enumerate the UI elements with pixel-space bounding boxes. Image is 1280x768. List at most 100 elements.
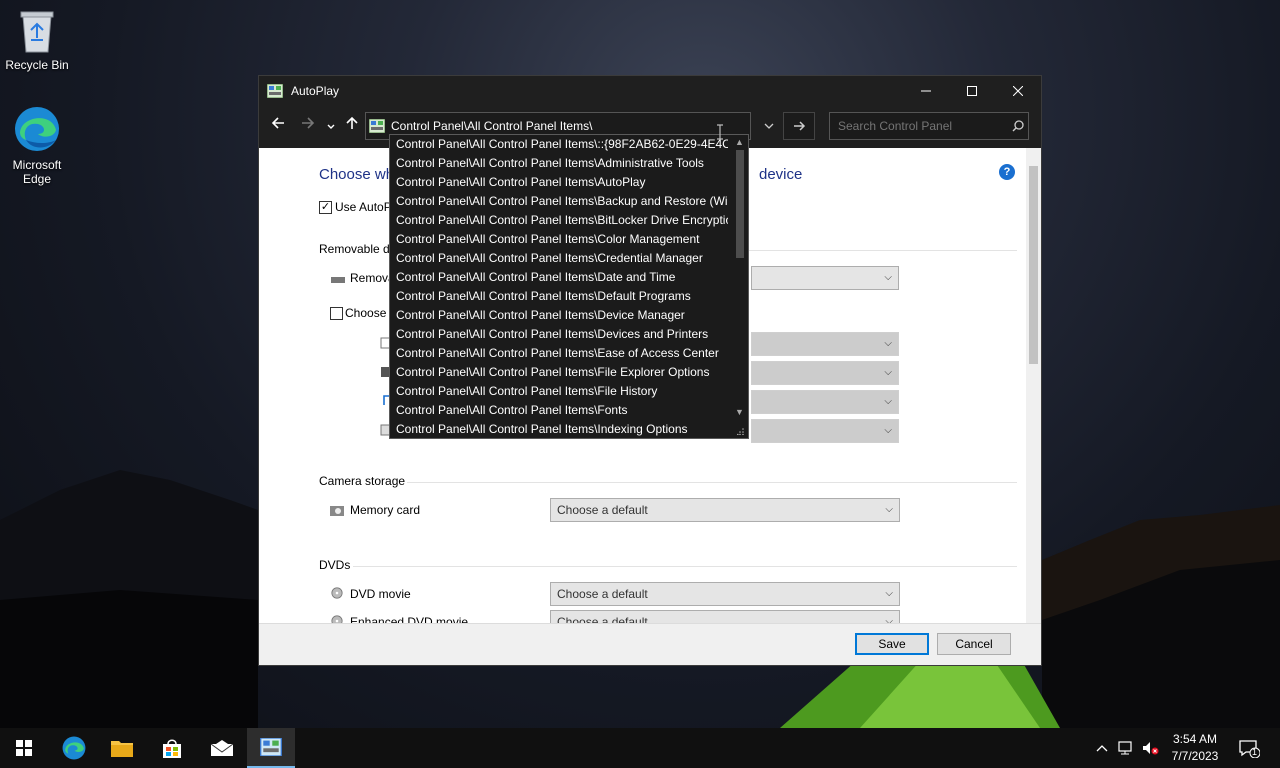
list-item[interactable]: Control Panel\All Control Panel Items\Da… <box>390 268 728 287</box>
go-button[interactable] <box>783 112 815 140</box>
list-item[interactable]: Control Panel\All Control Panel Items\In… <box>390 420 728 438</box>
network-icon <box>1118 741 1132 755</box>
videos-select[interactable]: ⌵ <box>751 419 899 443</box>
dvd-movie-icon <box>331 587 343 599</box>
list-item[interactable]: Control Panel\All Control Panel Items\De… <box>390 306 728 325</box>
control-panel-icon <box>260 738 282 756</box>
list-item[interactable]: Control Panel\All Control Panel Items\Fi… <box>390 382 728 401</box>
list-item[interactable]: Control Panel\All Control Panel Items\Bi… <box>390 211 728 230</box>
network-status-button[interactable] <box>1118 728 1136 768</box>
list-item[interactable]: Control Panel\All Control Panel Items\Ea… <box>390 344 728 363</box>
scrollbar-thumb[interactable] <box>1029 166 1038 364</box>
edge-icon <box>15 107 59 151</box>
cancel-button[interactable]: Cancel <box>937 633 1011 655</box>
section-divider <box>407 482 1017 483</box>
address-history-button[interactable] <box>759 112 779 140</box>
up-button[interactable] <box>345 116 359 135</box>
minimize-button[interactable] <box>903 76 949 106</box>
up-arrow-icon <box>346 116 358 129</box>
choose-for-each-checkbox[interactable] <box>330 307 343 320</box>
microsoft-edge-desktop-icon[interactable]: Microsoft Edge <box>1 104 73 186</box>
volume-button[interactable] <box>1142 728 1160 768</box>
list-item[interactable]: Control Panel\All Control Panel Items\Au… <box>390 173 728 192</box>
taskbar-edge-button[interactable] <box>50 728 98 768</box>
list-item[interactable]: Control Panel\All Control Panel Items\Fo… <box>390 401 728 420</box>
list-item[interactable]: Control Panel\All Control Panel Items\Ad… <box>390 154 728 173</box>
memory-card-select[interactable]: Choose a default ⌵ <box>550 498 900 522</box>
address-autocomplete-list: Control Panel\All Control Panel Items\::… <box>389 134 749 439</box>
removable-drives-section: Removable d <box>319 242 390 256</box>
chevron-down-icon <box>764 123 774 129</box>
search-input[interactable] <box>838 119 1008 133</box>
search-icon <box>1012 120 1024 132</box>
dvd-movie-select-value: Choose a default <box>557 587 648 601</box>
use-autoplay-checkbox[interactable]: ✓ <box>319 201 332 214</box>
content-scrollbar[interactable] <box>1026 148 1041 624</box>
removable-drive-icon <box>331 277 345 283</box>
control-panel-address-icon <box>369 119 385 133</box>
pictures-select[interactable]: ⌵ <box>751 361 899 385</box>
clock-time: 3:54 AM <box>1172 732 1218 746</box>
back-button[interactable] <box>271 116 285 135</box>
start-button[interactable] <box>0 728 48 768</box>
taskbar-mail-button[interactable] <box>198 728 246 768</box>
forward-button[interactable] <box>301 116 315 135</box>
list-item[interactable]: Control Panel\All Control Panel Items\De… <box>390 287 728 306</box>
help-icon[interactable]: ? <box>999 164 1015 180</box>
memory-card-label: Memory card <box>350 503 421 517</box>
maximize-button[interactable] <box>949 76 995 106</box>
removable-drive-label: Remova <box>350 271 395 285</box>
dvd-movie-label: DVD movie <box>350 587 411 601</box>
dropdown-scrollbar[interactable]: ▲ ▼ <box>732 135 748 438</box>
recycle-bin-icon <box>20 11 54 53</box>
show-hidden-icons-button[interactable] <box>1096 728 1108 768</box>
title-bar[interactable]: AutoPlay <box>259 76 1041 106</box>
recycle-bin-label: Recycle Bin <box>5 58 69 72</box>
files-select[interactable]: ⌵ <box>751 332 899 356</box>
maximize-icon <box>967 86 977 96</box>
scroll-down-icon[interactable]: ▼ <box>735 407 744 417</box>
list-item[interactable]: Control Panel\All Control Panel Items\Co… <box>390 230 728 249</box>
memory-card-icon <box>330 506 344 516</box>
list-item[interactable]: Control Panel\All Control Panel Items\Fi… <box>390 363 728 382</box>
recycle-bin-desktop-icon[interactable]: Recycle Bin <box>1 8 73 72</box>
edge-icon <box>62 736 86 760</box>
save-button[interactable]: Save <box>855 633 929 655</box>
chevron-down-icon <box>327 124 335 129</box>
text-cursor-icon <box>717 124 723 140</box>
dialog-footer: Save Cancel <box>259 623 1041 665</box>
close-icon <box>1013 86 1023 96</box>
close-button[interactable] <box>995 76 1041 106</box>
scroll-up-icon[interactable]: ▲ <box>735 137 744 147</box>
address-input[interactable] <box>391 119 711 133</box>
back-arrow-icon <box>271 117 284 129</box>
search-box[interactable] <box>829 112 1029 140</box>
dvd-movie-select[interactable]: Choose a default ⌵ <box>550 582 900 606</box>
section-divider <box>749 250 1017 251</box>
enhanced-dvd-select[interactable]: Choose a default ⌵ <box>550 610 900 624</box>
recent-locations-button[interactable] <box>327 118 335 136</box>
removable-drive-select[interactable]: ⌵ <box>751 266 899 290</box>
volume-muted-icon <box>1143 742 1159 755</box>
notification-count: 1 <box>1252 747 1258 757</box>
dvds-section: DVDs <box>319 558 351 572</box>
control-panel-icon <box>267 84 283 98</box>
dropdown-scroll-thumb[interactable] <box>736 150 744 258</box>
minimize-icon <box>921 90 931 92</box>
taskbar-store-button[interactable] <box>148 728 196 768</box>
taskbar-clock[interactable]: 3:54 AM 7/7/2023 <box>1165 731 1225 765</box>
list-item[interactable]: Control Panel\All Control Panel Items\Cr… <box>390 249 728 268</box>
list-item[interactable]: Control Panel\All Control Panel Items\De… <box>390 325 728 344</box>
list-item[interactable]: Control Panel\All Control Panel Items\::… <box>390 135 728 154</box>
page-heading-suffix: device <box>759 166 803 183</box>
taskbar-file-explorer-button[interactable] <box>98 728 146 768</box>
edge-label-line1: Microsoft <box>12 158 62 172</box>
list-item[interactable]: Control Panel\All Control Panel Items\Ba… <box>390 192 728 211</box>
mail-icon <box>210 740 234 756</box>
memory-card-select-value: Choose a default <box>557 503 648 517</box>
taskbar-control-panel-button[interactable] <box>247 728 295 768</box>
go-arrow-icon <box>793 121 805 131</box>
music-select[interactable]: ⌵ <box>751 390 899 414</box>
resize-grip-icon[interactable] <box>737 427 745 435</box>
action-center-button[interactable]: 1 <box>1238 728 1260 768</box>
